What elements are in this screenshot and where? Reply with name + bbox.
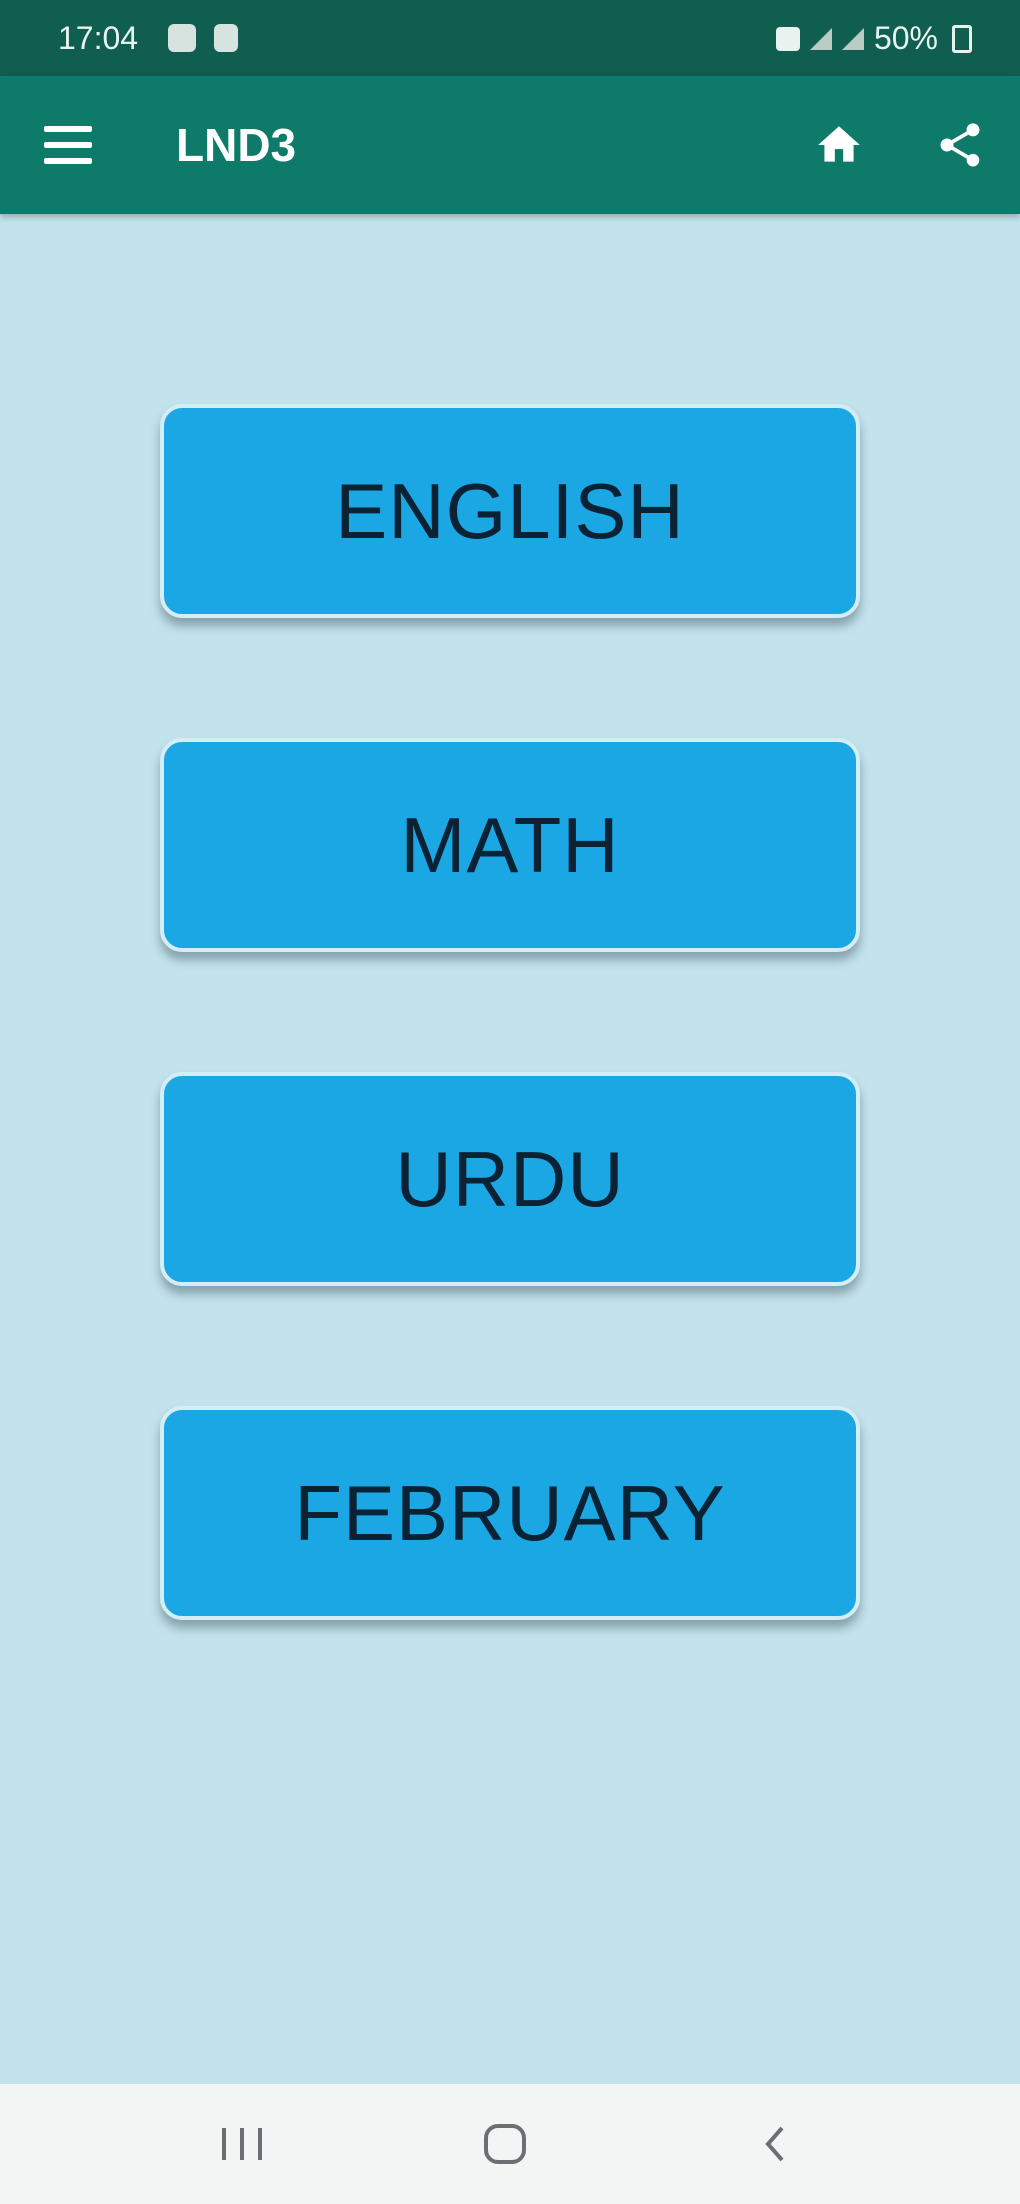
- signal-icon: [809, 27, 832, 50]
- math-button-label: MATH: [400, 800, 620, 889]
- home-circle-icon[interactable]: [484, 2124, 526, 2164]
- february-button[interactable]: FEBRUARY: [160, 1406, 860, 1620]
- signal-icon: [841, 27, 864, 50]
- february-button-label: FEBRUARY: [294, 1468, 726, 1557]
- battery-icon: [952, 24, 972, 53]
- urdu-button[interactable]: URDU: [160, 1072, 860, 1286]
- home-icon[interactable]: [812, 120, 866, 170]
- urdu-button-label: URDU: [395, 1134, 625, 1223]
- alarm-icon: [775, 26, 800, 51]
- battery-percent: 50%: [873, 20, 938, 56]
- notification-icon: [168, 24, 196, 52]
- menu-icon[interactable]: [44, 126, 92, 164]
- app-bar: LND3: [0, 76, 1020, 214]
- math-button[interactable]: MATH: [160, 738, 860, 952]
- notification-icon: [214, 24, 238, 52]
- app-screen: 17:04 50% LND3 ENGLISH MATH URDU FEBRUAR…: [0, 0, 1020, 2204]
- system-nav-bar: [0, 2084, 1020, 2204]
- english-button-label: ENGLISH: [335, 466, 685, 555]
- app-title: LND3: [176, 119, 297, 171]
- recents-icon[interactable]: [222, 2128, 262, 2160]
- back-icon[interactable]: [760, 2124, 790, 2164]
- share-icon[interactable]: [934, 118, 986, 172]
- status-bar: 17:04 50%: [0, 0, 1020, 76]
- status-indicators: 50%: [775, 20, 972, 57]
- english-button[interactable]: ENGLISH: [160, 404, 860, 618]
- status-time: 17:04: [58, 20, 139, 56]
